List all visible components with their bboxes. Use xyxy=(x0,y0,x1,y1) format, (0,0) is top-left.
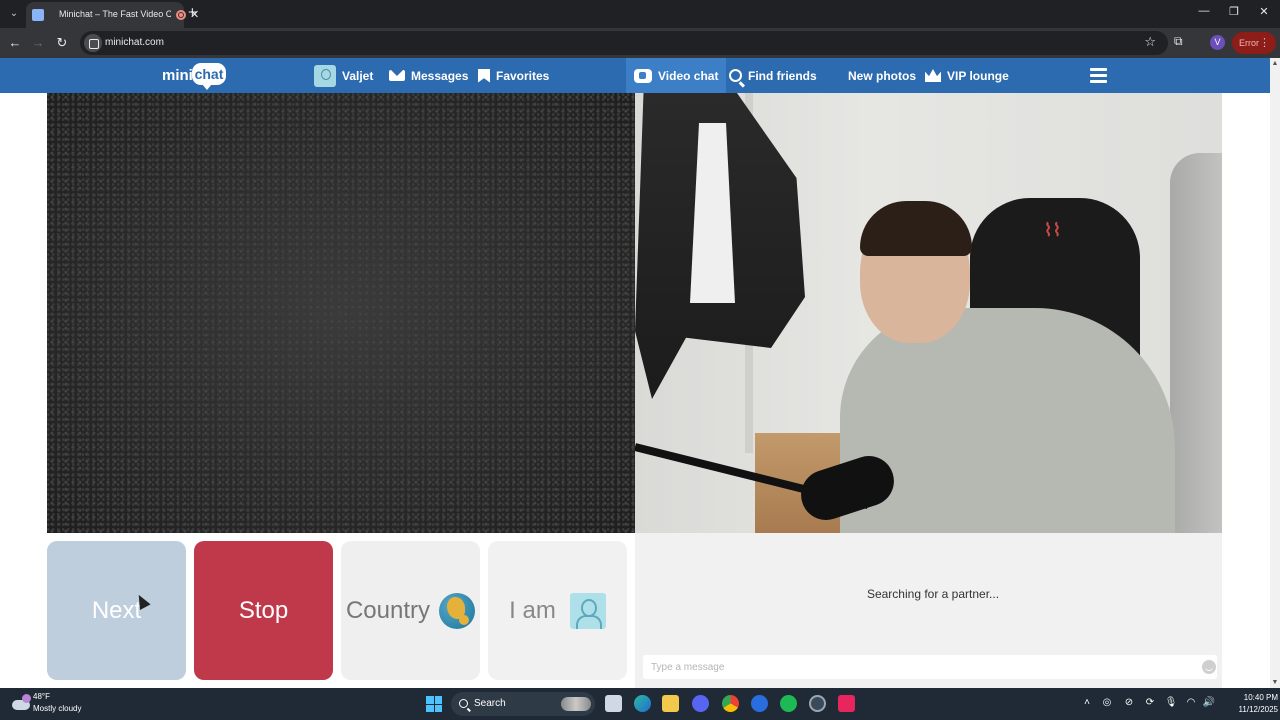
site-header: mini chat Valjet Messages Favorites Vide… xyxy=(0,58,1270,93)
back-arrow-icon[interactable]: ← xyxy=(7,35,23,50)
page-scrollbar[interactable]: ▲ ▼ xyxy=(1270,58,1280,688)
gender-select-button[interactable]: I am xyxy=(488,541,627,680)
taskbar-clock-time[interactable]: 10:40 PM xyxy=(1230,693,1278,702)
self-camera-video: ⌇⌇ xyxy=(635,93,1222,533)
country-button-label: Country xyxy=(345,596,431,624)
message-input[interactable] xyxy=(643,655,1217,679)
nav-valjet-label: Valjet xyxy=(342,68,374,83)
site-info-icon[interactable] xyxy=(84,34,102,52)
nav-messages[interactable]: Messages xyxy=(389,58,468,93)
weather-temperature[interactable]: 48°F xyxy=(33,692,50,701)
maximize-window-icon[interactable]: ❐ xyxy=(1224,5,1244,18)
tray-app-icon[interactable]: ◎ xyxy=(1100,697,1114,708)
microphone-icon[interactable]: 🎙 xyxy=(1164,697,1178,708)
forward-arrow-icon[interactable]: → xyxy=(30,35,46,50)
nav-find-friends[interactable]: Find friends xyxy=(729,58,817,93)
nav-find-friends-label: Find friends xyxy=(748,68,817,83)
app-ring-icon[interactable] xyxy=(809,695,826,712)
scroll-down-arrow-icon[interactable]: ▼ xyxy=(1270,679,1280,686)
search-highlight-art-icon xyxy=(561,697,591,711)
stop-button[interactable]: Stop xyxy=(194,541,333,680)
logo-mini-text: mini xyxy=(162,67,193,84)
person-avatar-icon xyxy=(569,592,606,629)
wifi-icon[interactable]: ◠ xyxy=(1184,697,1198,708)
iam-button-label: I am xyxy=(509,596,556,624)
minichat-favicon-icon xyxy=(32,9,44,21)
arc-app-icon[interactable] xyxy=(751,695,768,712)
nav-video-chat[interactable]: Video chat xyxy=(626,58,727,93)
profile-avatar[interactable]: V xyxy=(1210,35,1225,50)
weather-cloud-icon[interactable] xyxy=(12,694,32,712)
nav-valjet[interactable]: Valjet xyxy=(314,58,373,93)
crown-icon xyxy=(925,69,941,82)
new-tab-plus-icon[interactable]: + xyxy=(188,4,197,21)
nav-new-photos-label: New photos xyxy=(848,68,916,83)
recording-indicator-icon xyxy=(176,10,186,20)
nav-favorites[interactable]: Favorites xyxy=(478,58,549,93)
emoji-smiley-icon[interactable] xyxy=(1202,660,1216,674)
nav-messages-label: Messages xyxy=(411,68,469,83)
tab-title: Minichat – The Fast Video C xyxy=(59,9,171,19)
nav-vip-lounge[interactable]: VIP lounge xyxy=(925,58,1009,93)
close-window-icon[interactable]: ✕ xyxy=(1254,5,1274,18)
discord-icon[interactable] xyxy=(692,695,709,712)
hamburger-menu-icon[interactable] xyxy=(1090,68,1107,83)
stop-button-label: Stop xyxy=(238,596,289,624)
edge-browser-icon[interactable] xyxy=(634,695,651,712)
logo-chat-bubble: chat xyxy=(192,63,226,90)
windows-taskbar: 48°F Mostly cloudy Search ˄ ◎ ⊘ ⟳ 🎙 ◠ 🔊 … xyxy=(0,688,1280,720)
country-filter-button[interactable]: Country xyxy=(341,541,480,680)
tiktok-icon[interactable] xyxy=(838,695,855,712)
browser-tab-bar: ⌄ Minichat – The Fast Video C ✕ + — ❐ ✕ xyxy=(0,0,1280,28)
browser-toolbar: ← → ↻ minichat.com ☆ ⧉ V Error xyxy=(0,28,1280,58)
reload-icon[interactable]: ↻ xyxy=(54,35,70,51)
globe-icon xyxy=(439,592,476,629)
taskbar-search-label: Search xyxy=(474,698,506,709)
video-person-sweater xyxy=(840,308,1175,533)
chair-logo-icon: ⌇⌇ xyxy=(1043,220,1062,240)
nav-video-chat-label: Video chat xyxy=(658,68,719,83)
task-view-icon[interactable] xyxy=(605,695,622,712)
volume-icon[interactable]: 🔊 xyxy=(1202,697,1216,708)
tray-sync-icon[interactable]: ⟳ xyxy=(1143,697,1157,708)
minimize-window-icon[interactable]: — xyxy=(1194,5,1214,17)
show-hidden-icons-chevron-icon[interactable]: ˄ xyxy=(1080,697,1094,708)
next-button[interactable]: Next xyxy=(47,541,186,680)
bookmark-icon xyxy=(478,68,490,83)
taskbar-search-box[interactable]: Search xyxy=(451,692,595,716)
tray-network-icon[interactable]: ⊘ xyxy=(1122,697,1136,708)
spotify-icon[interactable] xyxy=(780,695,797,712)
nav-vip-lounge-label: VIP lounge xyxy=(947,68,1009,83)
address-bar[interactable]: minichat.com ☆ xyxy=(80,31,1168,55)
taskbar-clock-date[interactable]: 11/12/2025 xyxy=(1224,705,1278,714)
scroll-up-arrow-icon[interactable]: ▲ xyxy=(1270,60,1280,67)
bookmark-star-icon[interactable]: ☆ xyxy=(1144,34,1156,50)
user-avatar-icon xyxy=(314,64,336,87)
windows-start-icon[interactable] xyxy=(426,696,442,712)
nav-favorites-label: Favorites xyxy=(496,68,550,83)
nav-new-photos[interactable]: New photos xyxy=(828,58,916,93)
search-icon xyxy=(729,69,742,82)
browser-tab-minichat[interactable]: Minichat – The Fast Video C ✕ xyxy=(26,2,199,28)
tab-list-chevron-icon[interactable]: ⌄ xyxy=(6,6,22,22)
extensions-puzzle-icon[interactable]: ⧉ xyxy=(1174,34,1183,49)
chrome-icon[interactable] xyxy=(722,695,739,712)
next-button-label: Next xyxy=(91,596,142,624)
chat-panel: Searching for a partner... xyxy=(635,533,1222,688)
video-curtain xyxy=(1170,153,1222,533)
file-explorer-icon[interactable] xyxy=(662,695,679,712)
video-chat-icon xyxy=(634,68,652,83)
envelope-icon xyxy=(389,70,405,81)
video-person-hair xyxy=(860,201,972,256)
url-text[interactable]: minichat.com xyxy=(105,37,164,48)
search-icon xyxy=(459,699,468,708)
chat-status-text: Searching for a partner... xyxy=(866,587,1000,601)
weather-description[interactable]: Mostly cloudy xyxy=(33,704,81,713)
partner-video-static xyxy=(47,93,635,533)
photos-grid-icon xyxy=(828,69,842,83)
error-status-button[interactable]: Error xyxy=(1232,32,1276,54)
